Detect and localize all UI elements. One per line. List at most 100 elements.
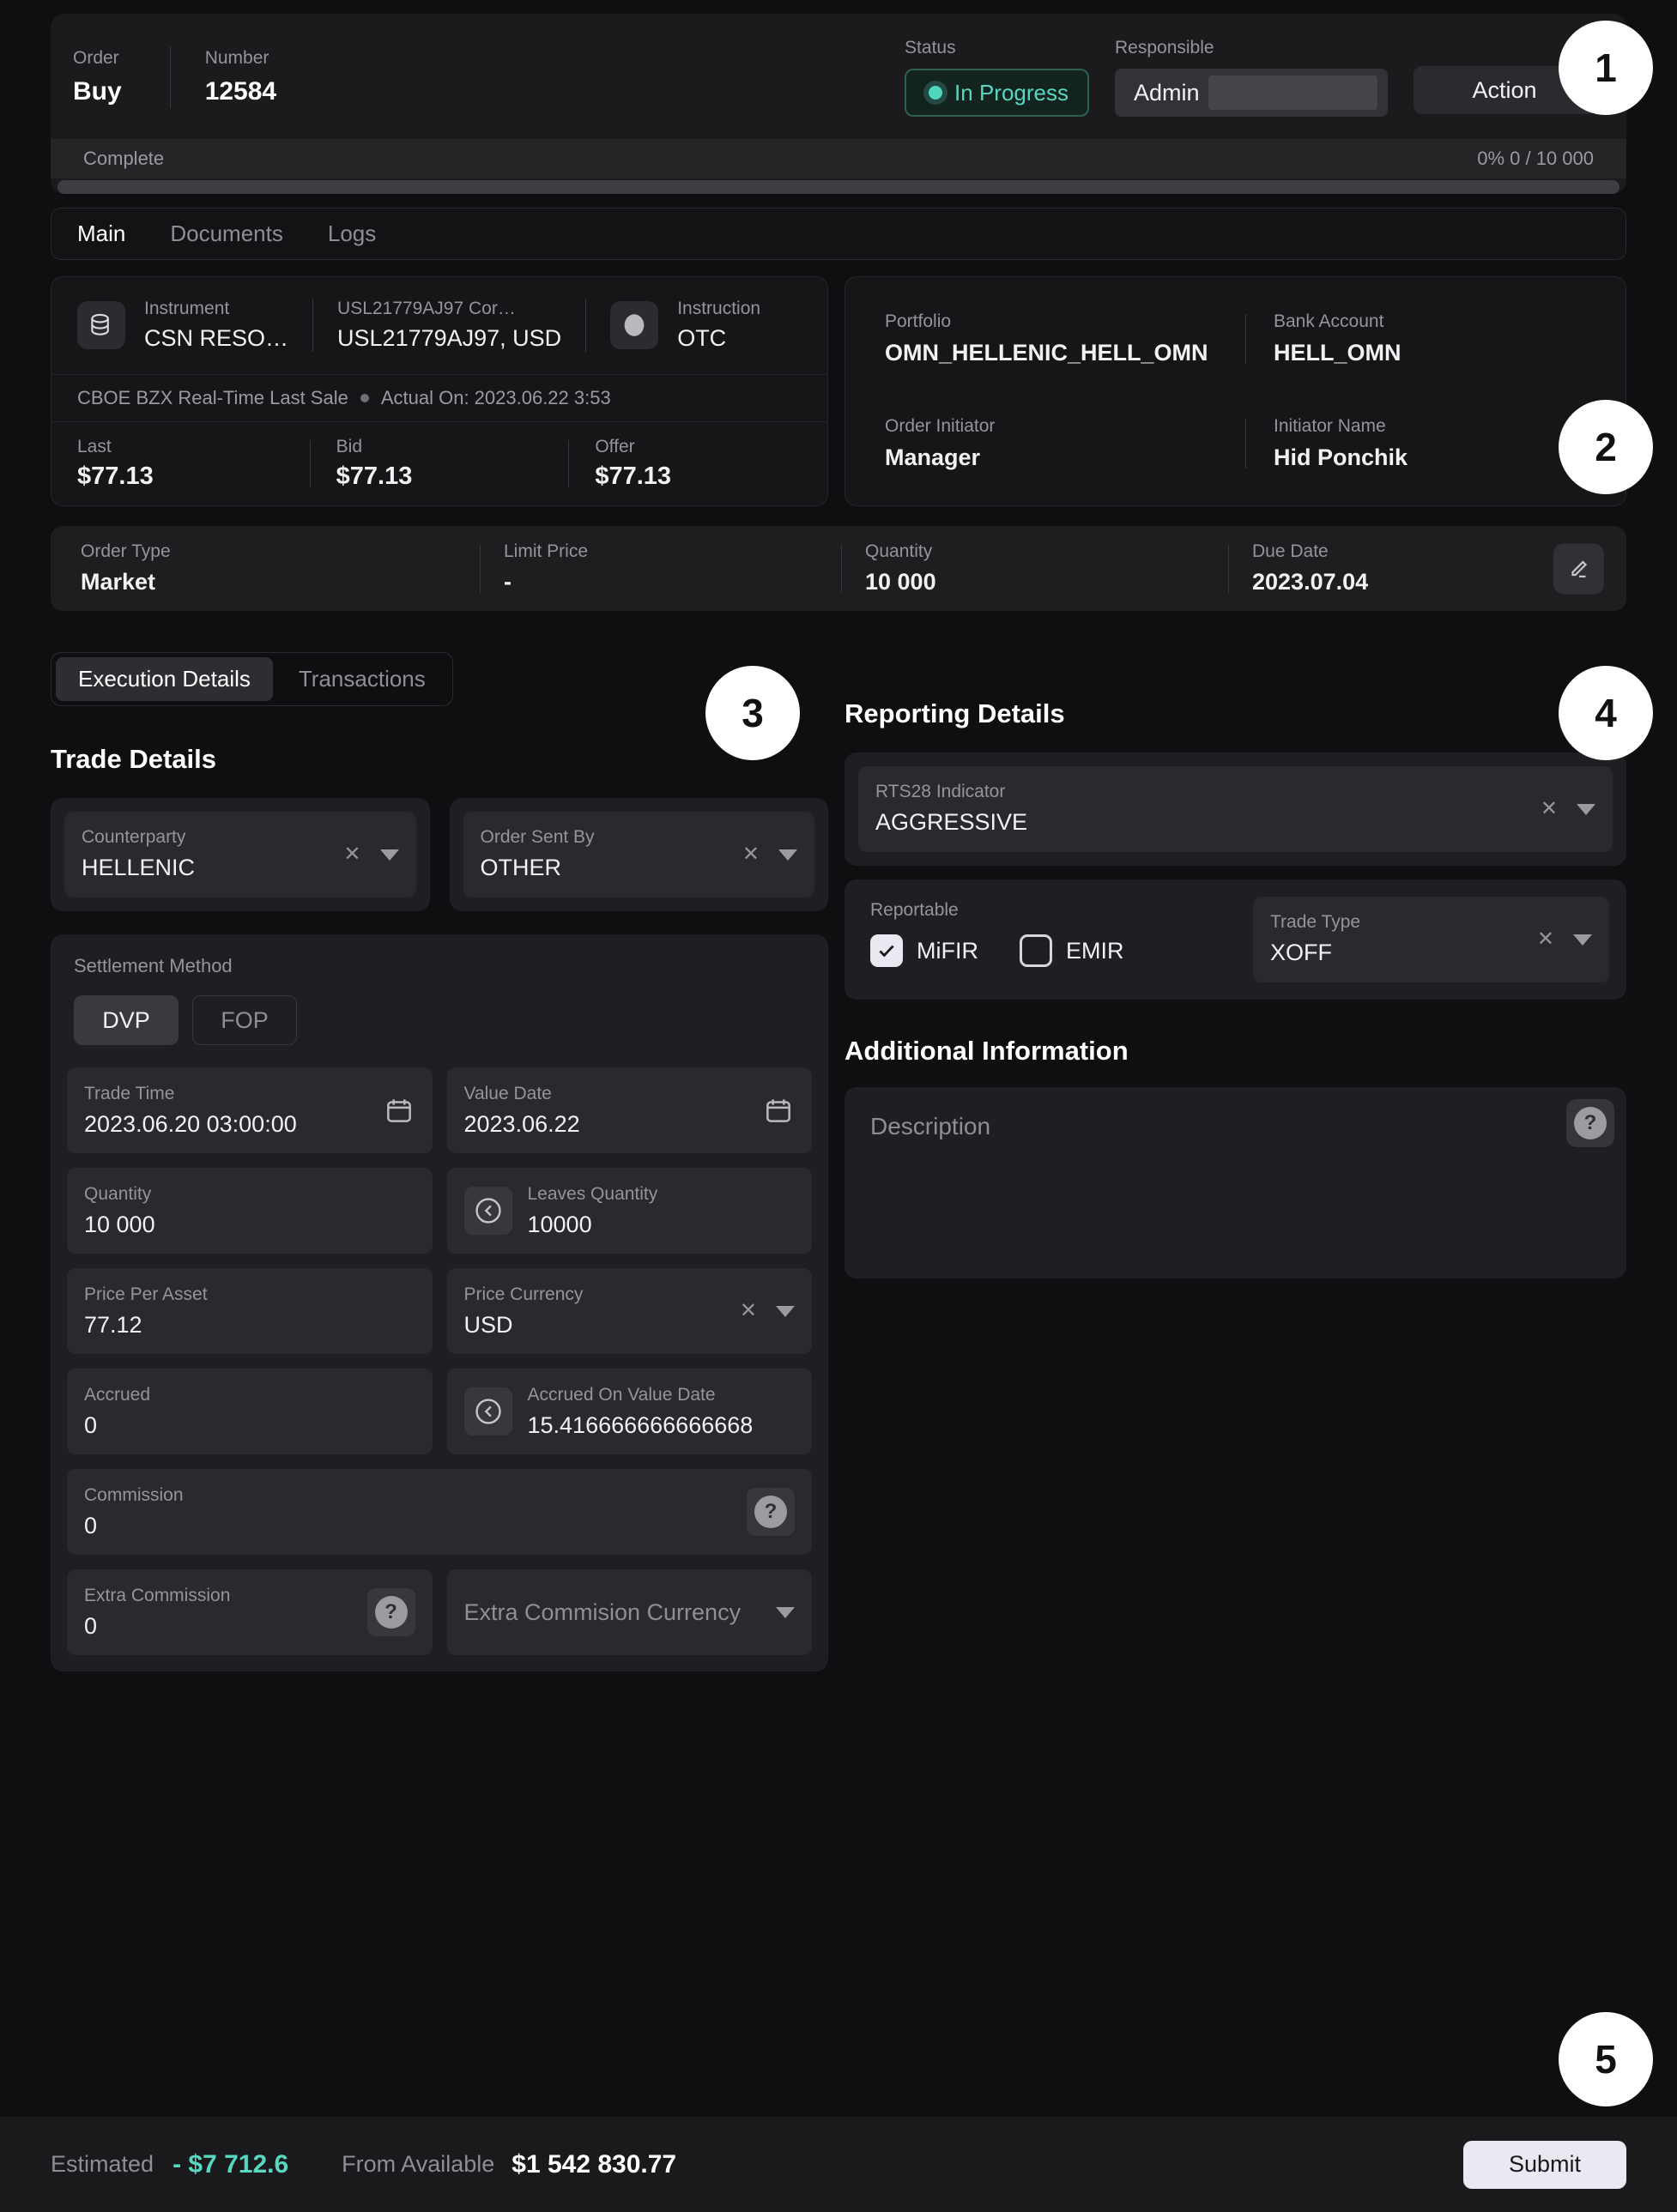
order-quantity-label: Quantity xyxy=(865,541,1228,562)
submit-button[interactable]: Submit xyxy=(1463,2141,1626,2189)
trade-time-label: Trade Time xyxy=(84,1084,383,1104)
commission-field[interactable]: Commission 0 ? xyxy=(67,1469,812,1555)
copy-back-button[interactable] xyxy=(464,1187,512,1235)
extra-commission-help-button[interactable]: ? xyxy=(367,1588,415,1636)
tab-logs[interactable]: Logs xyxy=(328,221,376,247)
accrued-on-label: Accrued On Value Date xyxy=(528,1385,796,1405)
counterparty-dropdown[interactable]: Counterparty HELLENIC ✕ xyxy=(64,812,416,897)
counterparty-label: Counterparty xyxy=(82,827,333,848)
chevron-down-icon[interactable] xyxy=(380,849,399,861)
price-per-asset-field[interactable]: Price Per Asset 77.12 xyxy=(67,1268,433,1354)
quote-offer-label: Offer xyxy=(595,437,802,457)
accrued-label: Accrued xyxy=(84,1385,415,1405)
quantity-field[interactable]: Quantity 10 000 xyxy=(67,1168,433,1254)
reportable-card: Reportable MiFIR xyxy=(845,879,1626,1000)
extra-commission-field[interactable]: Extra Commission 0 ? xyxy=(67,1569,433,1655)
extra-commission-currency-dropdown[interactable]: Extra Commision Currency xyxy=(447,1569,813,1655)
quote-bid-label: Bid xyxy=(336,437,543,457)
instrument-code-group: USL21779AJ97 Cor… USL21779AJ97, USD xyxy=(337,299,561,353)
clear-icon[interactable]: ✕ xyxy=(742,844,760,865)
tab-documents[interactable]: Documents xyxy=(170,221,283,247)
emir-label: EMIR xyxy=(1066,937,1124,964)
annotation-circle-5: 5 xyxy=(1559,2012,1653,2106)
progress-label: Complete xyxy=(83,148,164,170)
description-textarea[interactable]: Description ? xyxy=(845,1087,1626,1278)
checkbox-checked-icon[interactable] xyxy=(870,934,903,967)
market-source: CBOE BZX Real-Time Last Sale xyxy=(77,387,348,409)
price-per-asset-label: Price Per Asset xyxy=(84,1284,415,1305)
clear-icon[interactable]: ✕ xyxy=(1537,929,1554,950)
check-icon xyxy=(875,940,898,962)
edit-order-button[interactable] xyxy=(1553,543,1604,594)
trade-type-dropdown[interactable]: Trade Type XOFF ✕ xyxy=(1253,897,1609,982)
calendar-icon[interactable] xyxy=(383,1094,415,1127)
instrument-icon-wrap xyxy=(77,301,125,349)
clear-icon[interactable]: ✕ xyxy=(343,844,360,865)
description-placeholder: Description xyxy=(870,1113,1601,1140)
status-dot-icon xyxy=(929,86,942,100)
subtab-transactions[interactable]: Transactions xyxy=(276,657,448,701)
leaves-quantity-field[interactable]: Leaves Quantity 10000 xyxy=(447,1168,813,1254)
detail-subtabs: Execution Details Transactions xyxy=(51,652,453,706)
from-available-value: $1 542 830.77 xyxy=(512,2150,676,2179)
checkbox-unchecked-icon[interactable] xyxy=(1020,934,1052,967)
question-icon: ? xyxy=(1574,1107,1607,1139)
responsible-field[interactable]: Admin xyxy=(1115,69,1388,117)
copy-back-button[interactable] xyxy=(464,1387,512,1435)
limit-price-group: Limit Price - xyxy=(481,541,841,595)
portfolio-label: Portfolio xyxy=(885,311,1245,332)
divider xyxy=(312,299,313,352)
quote-last-value: $77.13 xyxy=(77,462,284,492)
responsible-label: Responsible xyxy=(1115,38,1388,58)
commission-value: 0 xyxy=(84,1512,747,1539)
instrument-group[interactable]: Instrument CSN RESO… xyxy=(144,299,288,353)
clear-icon[interactable]: ✕ xyxy=(1541,799,1558,819)
price-currency-dropdown[interactable]: Price Currency USD ✕ xyxy=(447,1268,813,1354)
from-available-label: From Available xyxy=(342,2151,494,2178)
emir-checkbox-item[interactable]: EMIR xyxy=(1020,934,1124,967)
price-currency-value: USD xyxy=(464,1311,730,1339)
value-date-label: Value Date xyxy=(464,1084,763,1104)
extra-commission-label: Extra Commission xyxy=(84,1586,367,1606)
divider xyxy=(170,46,171,108)
trade-time-value: 2023.06.20 03:00:00 xyxy=(84,1110,383,1138)
trade-time-field[interactable]: Trade Time 2023.06.20 03:00:00 xyxy=(67,1067,433,1153)
tab-main[interactable]: Main xyxy=(77,221,125,247)
due-date-group: Due Date 2023.07.04 xyxy=(1229,541,1601,595)
chevron-down-icon[interactable] xyxy=(1573,934,1592,946)
due-date-value: 2023.07.04 xyxy=(1252,568,1601,595)
mifir-label: MiFIR xyxy=(917,937,978,964)
status-group: Status In Progress xyxy=(905,38,1089,117)
annotation-circle-1: 1 xyxy=(1559,21,1653,115)
order-sent-by-value: OTHER xyxy=(481,854,732,881)
accrued-on-value-date-field[interactable]: Accrued On Value Date 15.416666666666668 xyxy=(447,1369,813,1454)
status-label: Status xyxy=(905,38,1089,58)
chevron-down-icon[interactable] xyxy=(776,1607,795,1618)
settlement-card: Settlement Method DVP FOP Trade Time 202… xyxy=(51,934,828,1671)
commission-help-button[interactable]: ? xyxy=(747,1488,795,1536)
chevron-down-icon[interactable] xyxy=(776,1306,795,1317)
portfolio-value: OMN_HELLENIC_HELL_OMN xyxy=(885,339,1245,366)
price-per-asset-value: 77.12 xyxy=(84,1311,415,1339)
accrued-field[interactable]: Accrued 0 xyxy=(67,1369,433,1454)
subtab-execution-details[interactable]: Execution Details xyxy=(56,657,273,701)
dvp-button[interactable]: DVP xyxy=(74,995,179,1045)
fop-button[interactable]: FOP xyxy=(192,995,297,1045)
quote-offer: Offer $77.13 xyxy=(569,437,827,492)
calendar-icon[interactable] xyxy=(762,1094,795,1127)
settlement-method-label: Settlement Method xyxy=(74,955,812,976)
value-date-field[interactable]: Value Date 2023.06.22 xyxy=(447,1067,813,1153)
chevron-down-icon[interactable] xyxy=(778,849,797,861)
annotation-circle-3: 3 xyxy=(705,666,800,760)
chevron-down-icon[interactable] xyxy=(1577,804,1595,815)
reporting-details-title: Reporting Details xyxy=(845,698,1626,729)
clear-icon[interactable]: ✕ xyxy=(740,1301,757,1321)
description-help-button[interactable]: ? xyxy=(1566,1099,1614,1147)
instruction-group: Instruction OTC xyxy=(677,299,760,353)
order-sent-by-dropdown[interactable]: Order Sent By OTHER ✕ xyxy=(463,812,815,897)
order-number-value: 12584 xyxy=(205,77,276,106)
instrument-code-label: USL21779AJ97 Cor… xyxy=(337,299,561,319)
mifir-checkbox-item[interactable]: MiFIR xyxy=(870,934,978,967)
quotes-row: Last $77.13 Bid $77.13 Offer $77.13 xyxy=(51,421,827,506)
rts28-dropdown[interactable]: RTS28 Indicator AGGRESSIVE ✕ xyxy=(858,766,1613,852)
